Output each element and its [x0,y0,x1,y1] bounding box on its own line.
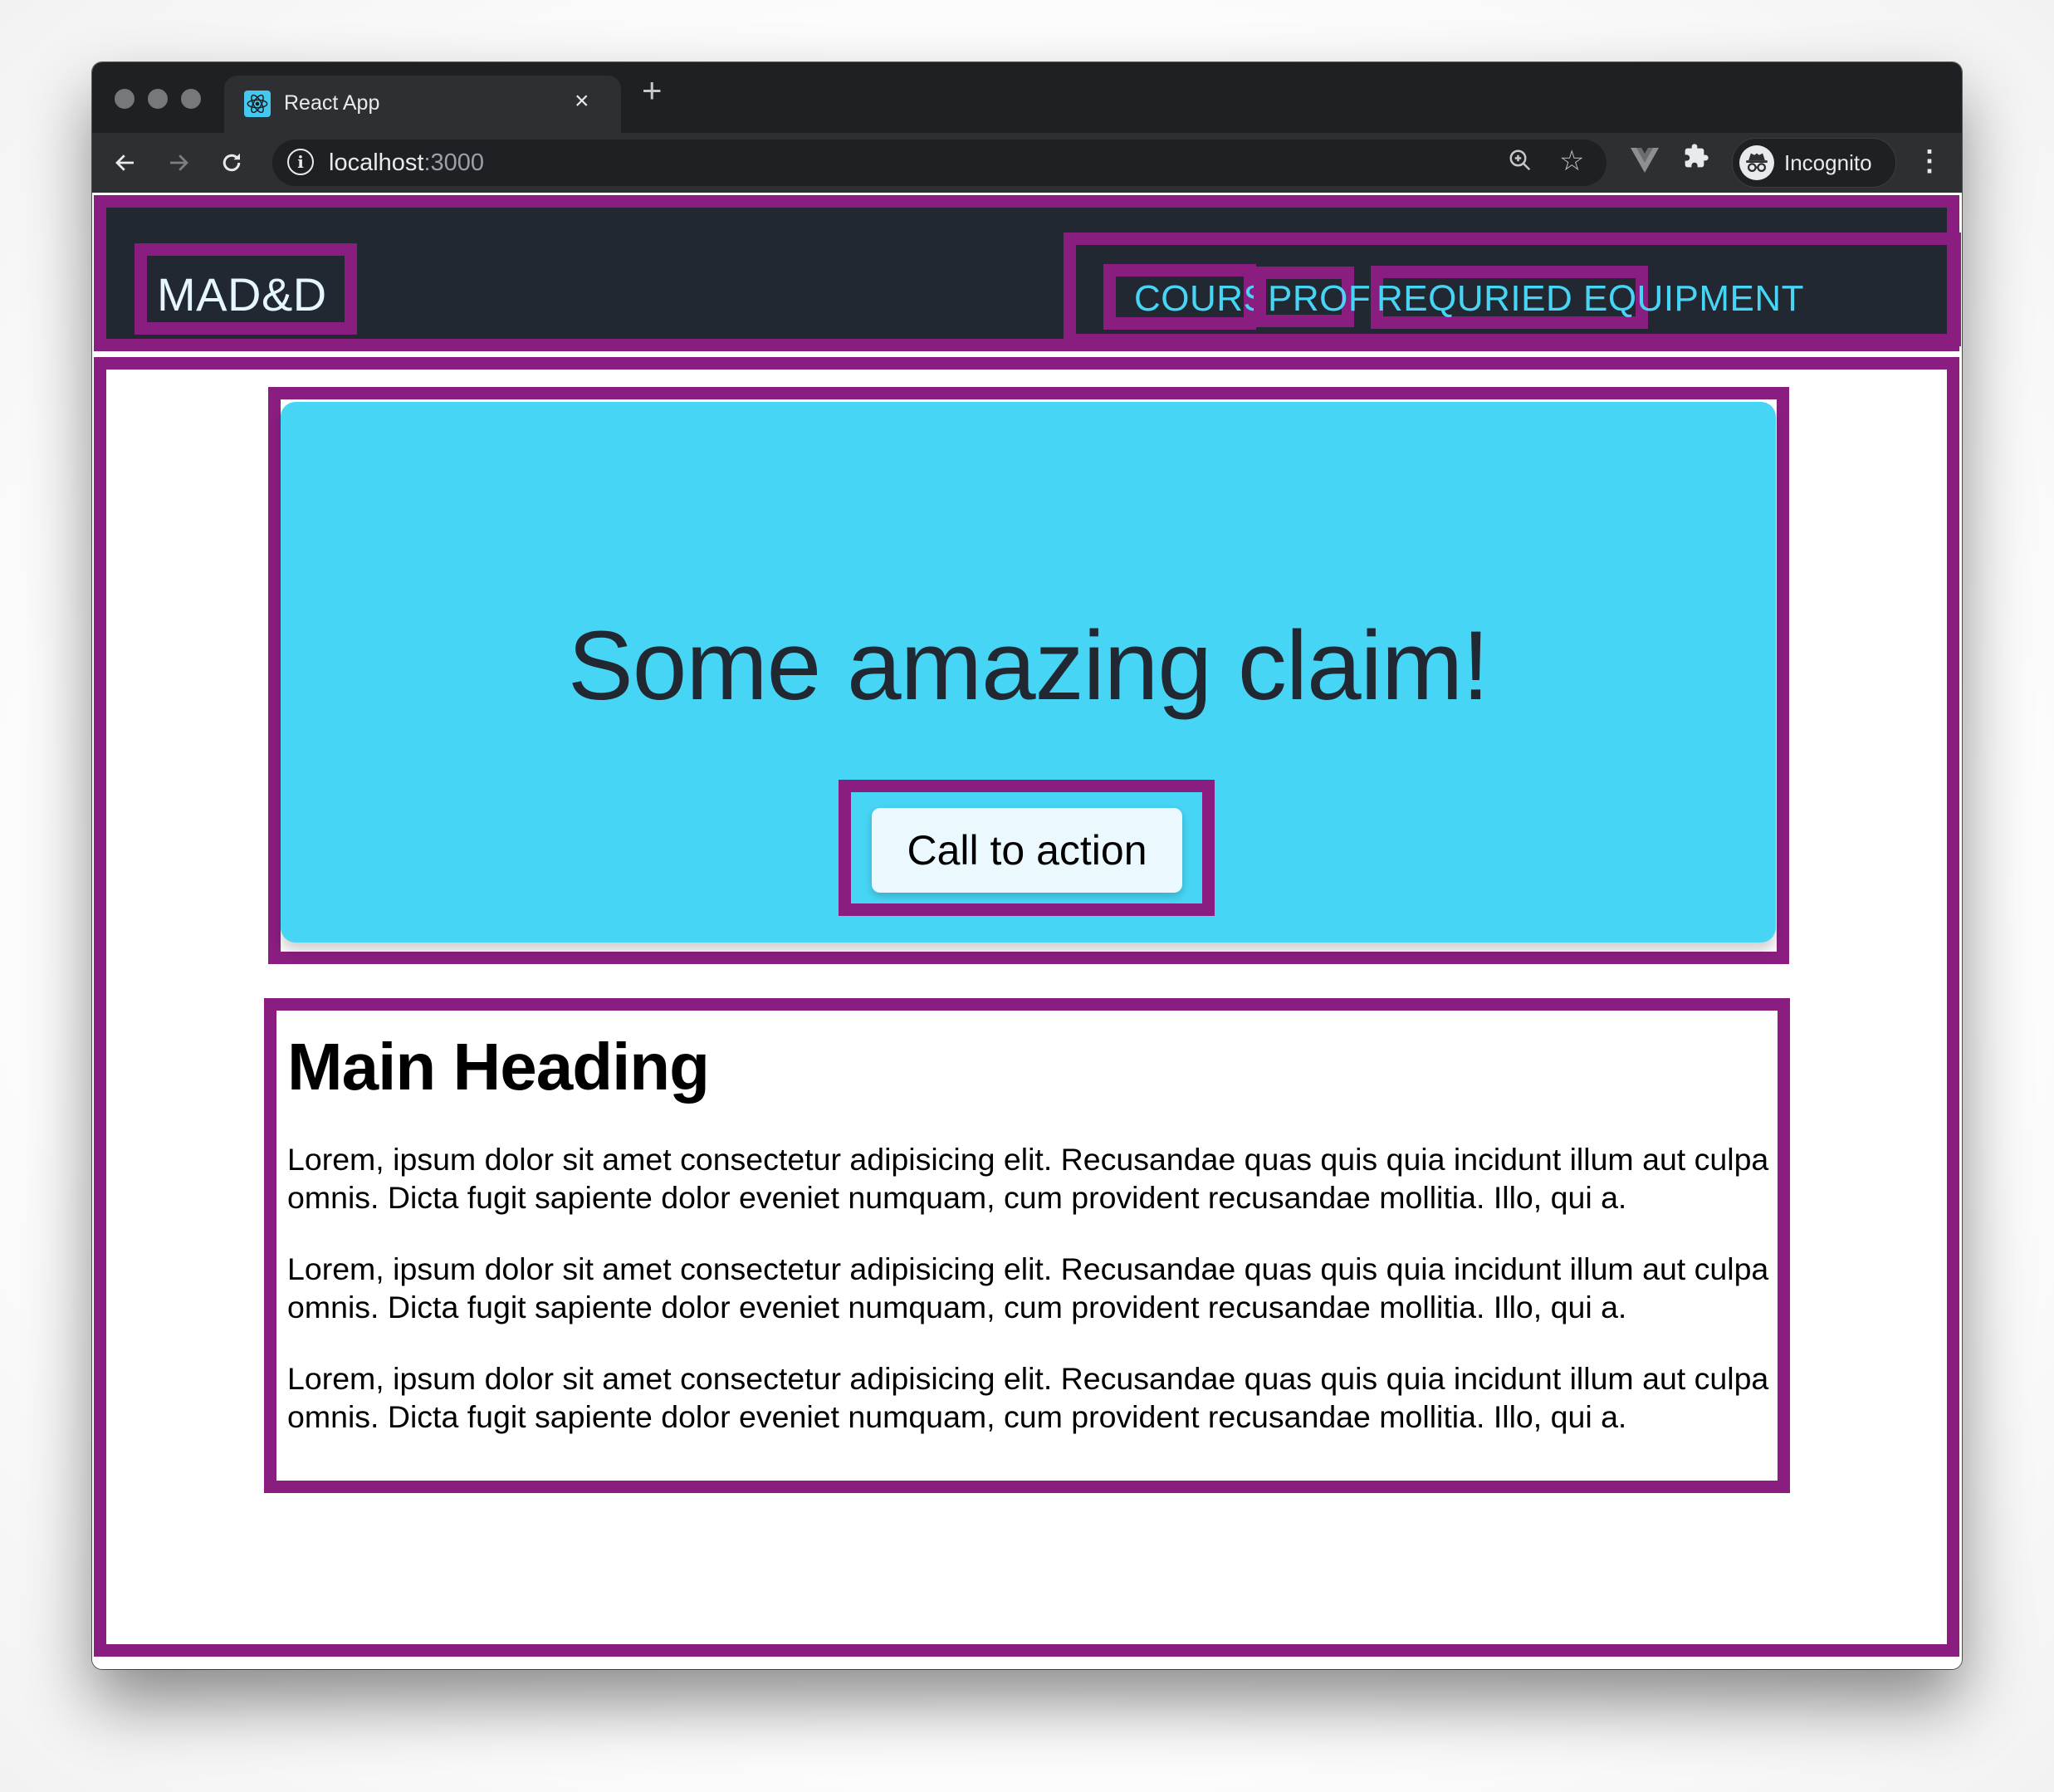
paragraph: Lorem, ipsum dolor sit amet consectetur … [287,1361,1769,1434]
reload-icon [223,153,241,172]
zoom-icon[interactable] [1508,148,1533,179]
site-logo[interactable]: MAD&D [157,267,327,321]
browser-toolbar: i localhost:3000 ☆ Incognito ⋮ [92,133,1962,193]
forward-button[interactable] [160,144,197,181]
address-bar[interactable]: i localhost:3000 ☆ [272,140,1607,186]
star-icon[interactable]: ☆ [1559,144,1584,178]
incognito-label: Incognito [1784,150,1872,175]
site-header: MAD&D COURSES PROFS REQURIED EQUIPMENT [94,195,1961,351]
paragraph: Lorem, ipsum dolor sit amet consectetur … [287,1142,1769,1215]
nav-item-courses[interactable]: COURSES [1103,264,1318,330]
arrow-left-icon [115,154,134,171]
extensions-icon[interactable] [1683,143,1709,176]
tab-strip: React App × + [92,62,1962,133]
info-icon[interactable]: i [287,149,314,175]
main-heading: Main Heading [287,1030,710,1104]
close-icon[interactable]: × [575,87,589,115]
arrow-right-icon [170,154,188,171]
incognito-icon [1739,145,1774,180]
main-nav: COURSES PROFS REQURIED EQUIPMENT [1064,233,1961,346]
vue-devtools-icon[interactable] [1631,148,1659,177]
nav-item-required-equipment[interactable]: REQURIED EQUIPMENT [1371,266,1804,329]
browser-window: React App × + i localhost:3000 ☆ Incogni… [92,62,1962,1669]
nav-link-required-equipment[interactable]: REQURIED EQUIPMENT [1377,278,1804,320]
window-close-dot[interactable] [115,89,134,109]
tab-react-app[interactable]: React App × [224,76,621,133]
call-to-action-button[interactable]: Call to action [872,808,1182,893]
window-minimize-dot[interactable] [148,89,168,109]
react-logo-icon [244,91,271,117]
nav-item-profs[interactable]: PROFS [1254,267,1396,327]
tab-title: React App [284,91,380,115]
back-button[interactable] [107,144,144,181]
page-viewport: MAD&D COURSES PROFS REQURIED EQUIPMENT S… [92,193,1962,1669]
logo-box: MAD&D [134,243,357,335]
content-body: Main Heading Lorem, ipsum dolor sit amet… [287,1029,1782,1469]
url-text[interactable]: localhost:3000 [329,149,484,177]
hero-title: Some amazing claim! [568,611,1489,721]
window-zoom-dot[interactable] [181,89,201,109]
reload-button[interactable] [213,144,250,181]
incognito-profile-button[interactable]: Incognito [1732,138,1896,188]
paragraph: Lorem, ipsum dolor sit amet consectetur … [287,1251,1769,1324]
content-section: Main Heading Lorem, ipsum dolor sit amet… [264,998,1790,1493]
url-port: :3000 [423,149,485,176]
url-host: localhost [329,149,424,176]
menu-icon[interactable]: ⋮ [1915,143,1944,179]
new-tab-button[interactable]: + [642,71,663,110]
